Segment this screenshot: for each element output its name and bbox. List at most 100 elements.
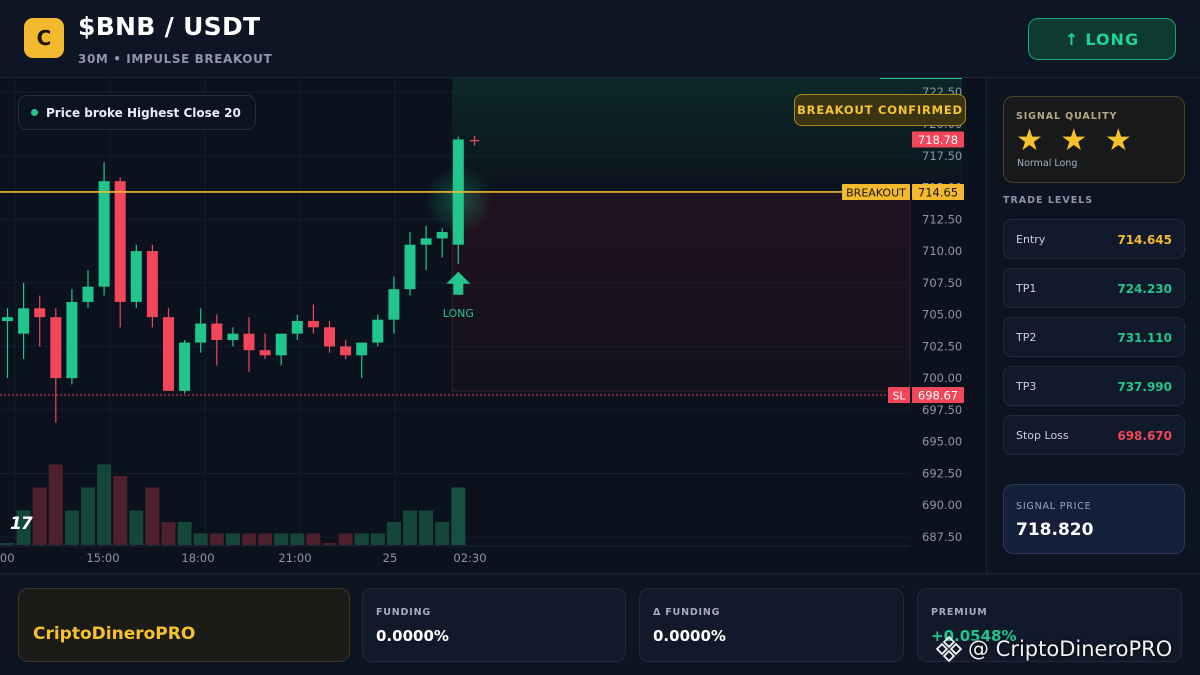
level-value: 714.645	[1117, 233, 1172, 247]
candle-body	[404, 244, 416, 290]
level-label: TP1	[1016, 282, 1037, 295]
candle-body	[259, 350, 271, 356]
volume-bar	[81, 487, 95, 545]
x-tick-label: 25	[383, 551, 398, 565]
funding-label: FUNDING	[376, 607, 431, 618]
watermark: @ CriptoDineroPRO	[936, 636, 1172, 662]
volume-bar	[64, 510, 79, 545]
candle-body	[340, 346, 352, 356]
y-tick-label: 705.00	[922, 308, 962, 322]
volume-bar	[419, 510, 434, 545]
long-button-label: LONG	[1085, 29, 1140, 49]
long-marker-label: LONG	[443, 307, 474, 320]
x-tick-label: 15:00	[86, 551, 119, 565]
y-tick-label: 702.50	[922, 339, 962, 353]
candle-body	[307, 320, 319, 328]
candle-body	[291, 320, 303, 334]
volume-bar	[225, 533, 240, 545]
volume-bar	[306, 533, 321, 545]
level-row-entry: Entry 714.645	[1003, 219, 1185, 259]
candle-body	[195, 323, 207, 343]
signal-quality-title: SIGNAL QUALITY	[1016, 111, 1118, 122]
level-value: 731.110	[1117, 331, 1172, 345]
candle-body	[275, 333, 287, 356]
pair-title: $BNB / USDT	[78, 12, 261, 41]
price-tag-label: 698.67	[918, 389, 958, 403]
footer: CriptoDineroPRO FUNDING 0.0000% Δ FUNDIN…	[0, 573, 1200, 675]
level-value: 724.230	[1117, 282, 1172, 296]
legend-dot-icon	[31, 109, 38, 116]
level-label: TP2	[1016, 331, 1037, 344]
price-chart[interactable]: +LONG BREAKOUTSL 722.50720.00717.50715.0…	[0, 78, 986, 573]
volume-bar	[370, 533, 385, 545]
level-label: Entry	[1016, 233, 1046, 246]
candle-body	[18, 308, 30, 334]
candle-body	[436, 232, 448, 239]
candle-body	[50, 317, 62, 379]
brand-card: CriptoDineroPRO	[18, 588, 350, 662]
candle-body	[420, 238, 432, 245]
funding-card: FUNDING 0.0000%	[362, 588, 626, 662]
volume-bar	[161, 522, 176, 545]
volume-bar	[274, 533, 289, 545]
volume-bar	[209, 533, 224, 545]
candle-body	[82, 286, 94, 302]
volume-bar	[129, 510, 144, 545]
level-value: 737.990	[1117, 380, 1172, 394]
delta-funding-value: 0.0000%	[653, 627, 726, 645]
timeframe-subtitle: 30M • IMPULSE BREAKOUT	[78, 52, 273, 66]
quality-stars-icon: ★ ★ ★	[1016, 123, 1136, 158]
signal-quality-subtitle: Normal Long	[1017, 158, 1078, 169]
candlestick-chart[interactable]: +LONG BREAKOUTSL 722.50720.00717.50715.0…	[0, 78, 986, 573]
brand-name: CriptoDineroPRO	[33, 624, 196, 644]
y-tick-label: 697.50	[922, 403, 962, 417]
candle-body	[243, 333, 255, 351]
indicator-legend[interactable]: Price broke Highest Close 20	[18, 95, 256, 130]
candle-body	[179, 342, 191, 391]
candle-body	[114, 181, 126, 302]
volume-bar	[290, 533, 305, 545]
price-tag-label: 714.65	[918, 185, 958, 199]
volume-bar	[48, 464, 63, 545]
candle-body	[98, 181, 110, 287]
funding-value: 0.0000%	[376, 627, 449, 645]
volume-bar	[242, 533, 256, 545]
candle-body	[130, 251, 142, 302]
volume-bar	[113, 476, 128, 545]
y-tick-label: 700.00	[922, 371, 962, 385]
breakout-confirmed-badge: BREAKOUT CONFIRMED	[794, 94, 966, 126]
level-row-tp1: TP1 724.230	[1003, 268, 1185, 308]
legend-text: Price broke Highest Close 20	[46, 105, 241, 120]
signal-price-value: 718.820	[1016, 520, 1094, 540]
candle-body	[324, 327, 335, 347]
signal-sidebar: SIGNAL QUALITY ★ ★ ★ Normal Long TRADE L…	[986, 78, 1200, 573]
delta-funding-card: Δ FUNDING 0.0000%	[639, 588, 904, 662]
volume-bar	[97, 464, 112, 545]
volume-bar	[403, 510, 417, 545]
coin-logo-icon: C	[24, 18, 64, 58]
candle-body	[66, 301, 78, 379]
y-tick-label: 712.50	[922, 212, 962, 226]
y-tick-label: 690.00	[922, 498, 962, 512]
y-tick-label: 695.00	[922, 435, 962, 449]
level-row-tp3: TP3 737.990	[1003, 366, 1185, 406]
candle-body	[372, 319, 384, 343]
signal-quality-card: SIGNAL QUALITY ★ ★ ★ Normal Long	[1003, 96, 1185, 183]
long-signal-button[interactable]: ↑ LONG	[1028, 18, 1176, 60]
candle-body	[211, 323, 223, 341]
y-tick-label: 687.50	[922, 530, 962, 544]
volume-bar	[354, 533, 369, 545]
candle-body	[146, 251, 158, 318]
volume-bar	[386, 522, 401, 545]
candle-body	[2, 317, 13, 321]
crosshair-icon: +	[468, 132, 481, 150]
volume-bar	[0, 543, 15, 545]
header: C $BNB / USDT 30M • IMPULSE BREAKOUT ↑ L…	[0, 0, 1200, 78]
volume-bar	[258, 533, 273, 545]
level-label: Stop Loss	[1016, 429, 1069, 442]
tradingview-logo-icon[interactable]: 17	[10, 514, 33, 534]
level-value: 698.670	[1117, 429, 1172, 443]
x-tick-label: 12:00	[0, 551, 15, 565]
volume-bar	[338, 533, 353, 545]
sl-label: SL	[892, 390, 906, 403]
